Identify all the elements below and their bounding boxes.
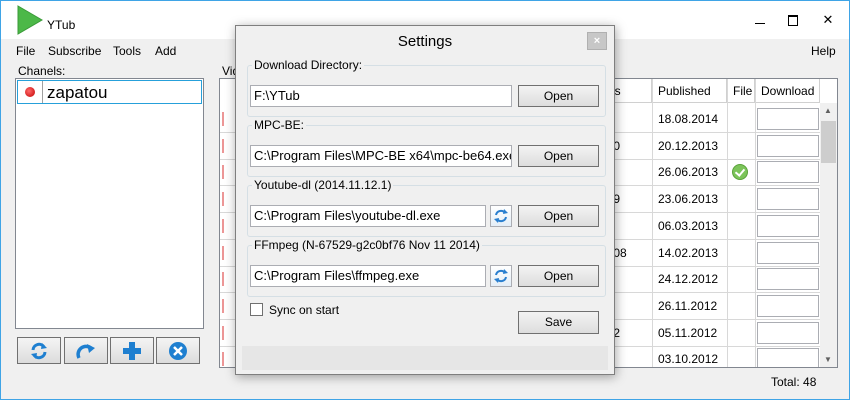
menu-add[interactable]: Add (155, 44, 176, 58)
column-divider (42, 81, 43, 103)
cell-published: 06.03.2013 (658, 219, 719, 233)
column-divider (652, 79, 653, 367)
menu-help[interactable]: Help (811, 44, 836, 58)
remove-channel-button[interactable] (156, 337, 200, 364)
download-field[interactable] (757, 242, 819, 264)
youtube-dl-update-button[interactable] (490, 205, 512, 227)
refresh-icon (494, 269, 508, 283)
ffmpeg-update-button[interactable] (490, 265, 512, 287)
maximize-button[interactable] (777, 9, 807, 31)
chanels-list[interactable]: zapatou (15, 78, 204, 329)
youtube-dl-open-button[interactable]: Open (518, 205, 599, 227)
ffmpeg-label: FFmpeg (N-67529-g2c0bf76 Nov 11 2014) (252, 238, 482, 252)
row-marker-icon (222, 326, 228, 340)
app-logo-icon (17, 5, 43, 35)
cell-published: 23.06.2013 (658, 192, 719, 206)
mpc-group: MPC-BE: C:\Program Files\MPC-BE x64\mpc-… (247, 118, 606, 177)
row-marker-icon (222, 165, 228, 179)
dialog-close-button[interactable]: × (587, 32, 607, 50)
cell-published: 20.12.2013 (658, 139, 719, 153)
row-marker-icon (222, 139, 228, 153)
cell-published: 18.08.2014 (658, 112, 719, 126)
ffmpeg-group: FFmpeg (N-67529-g2c0bf76 Nov 11 2014) C:… (247, 238, 606, 297)
cell-published: 14.02.2013 (658, 246, 719, 260)
refresh-icon (31, 342, 47, 360)
ffmpeg-open-button[interactable]: Open (518, 265, 599, 287)
cell-published: 05.11.2012 (658, 326, 718, 340)
scroll-up-icon[interactable]: ▲ (824, 106, 832, 115)
mpc-open-button[interactable]: Open (518, 145, 599, 167)
row-marker-icon (222, 352, 228, 366)
add-icon (123, 342, 141, 360)
cell-published: 24.12.2012 (658, 272, 719, 286)
save-button[interactable]: Save (518, 311, 599, 334)
dialog-titlebar[interactable]: Settings × (236, 26, 614, 56)
cell-published: 26.06.2013 (658, 165, 719, 179)
cell-published: 26.11.2012 (658, 299, 718, 313)
chanels-label: Chanels: (18, 64, 66, 78)
scroll-thumb[interactable] (821, 121, 836, 163)
row-marker-icon (222, 299, 228, 313)
download-dir-label: Download Directory: (252, 58, 365, 72)
sync-on-start-checkbox[interactable] (250, 303, 263, 316)
download-field[interactable] (757, 135, 819, 157)
youtube-dl-group: Youtube-dl (2014.11.12.1) C:\Program Fil… (247, 178, 606, 237)
download-field[interactable] (757, 188, 819, 210)
row-marker-icon (222, 192, 228, 206)
download-field[interactable] (757, 348, 819, 367)
ffmpeg-path-field[interactable]: C:\Program Files\ffmpeg.exe (250, 265, 486, 287)
download-field[interactable] (757, 295, 819, 317)
redo-icon (76, 344, 95, 359)
dialog-title: Settings (397, 33, 453, 50)
sync-on-start-label: Sync on start (269, 303, 340, 317)
total-count: Total: 48 (771, 375, 817, 389)
add-channel-button[interactable] (110, 337, 154, 364)
remove-icon (169, 342, 187, 360)
channel-item[interactable]: zapatou (17, 80, 202, 104)
cell-published: 03.10.2012 (658, 352, 719, 366)
menu-tools[interactable]: Tools (113, 44, 141, 58)
column-header-download[interactable]: Download (755, 79, 820, 103)
menu-subscribe[interactable]: Subscribe (48, 44, 101, 58)
refresh-button[interactable] (17, 337, 61, 364)
download-field[interactable] (757, 322, 819, 344)
row-marker-icon (222, 246, 228, 260)
vertical-scrollbar[interactable]: ▲ ▼ (820, 103, 837, 367)
row-marker-icon (222, 112, 228, 126)
column-divider (755, 79, 756, 367)
channel-name: zapatou (47, 83, 108, 102)
record-dot-icon (25, 87, 35, 97)
file-ok-icon (732, 164, 748, 180)
mpc-label: MPC-BE: (252, 118, 307, 132)
settings-dialog: Settings × Download Directory: F:\YTub O… (235, 25, 615, 375)
download-field[interactable] (757, 161, 819, 183)
download-field[interactable] (757, 215, 819, 237)
mpc-path-field[interactable]: C:\Program Files\MPC-BE x64\mpc-be64.exe (250, 145, 512, 167)
row-marker-icon (222, 219, 228, 233)
close-window-button[interactable]: ✕ (813, 9, 843, 31)
download-dir-open-button[interactable]: Open (518, 85, 599, 107)
column-divider (727, 79, 728, 367)
scroll-down-icon[interactable]: ▼ (824, 355, 832, 364)
download-field[interactable] (757, 268, 819, 290)
redo-button[interactable] (64, 337, 108, 364)
dialog-footer (242, 346, 608, 370)
download-dir-group: Download Directory: F:\YTub Open (247, 58, 606, 117)
column-header-published[interactable]: Published (652, 79, 727, 103)
row-marker-icon (222, 272, 228, 286)
download-field[interactable] (757, 108, 819, 130)
youtube-dl-path-field[interactable]: C:\Program Files\youtube-dl.exe (250, 205, 486, 227)
menu-file[interactable]: File (16, 44, 35, 58)
download-dir-field[interactable]: F:\YTub (250, 85, 512, 107)
app-title: YTub (47, 18, 76, 32)
minimize-button[interactable] (745, 9, 775, 31)
refresh-icon (494, 209, 508, 223)
column-header-file[interactable]: File (727, 79, 755, 103)
youtube-dl-label: Youtube-dl (2014.11.12.1) (252, 178, 394, 192)
